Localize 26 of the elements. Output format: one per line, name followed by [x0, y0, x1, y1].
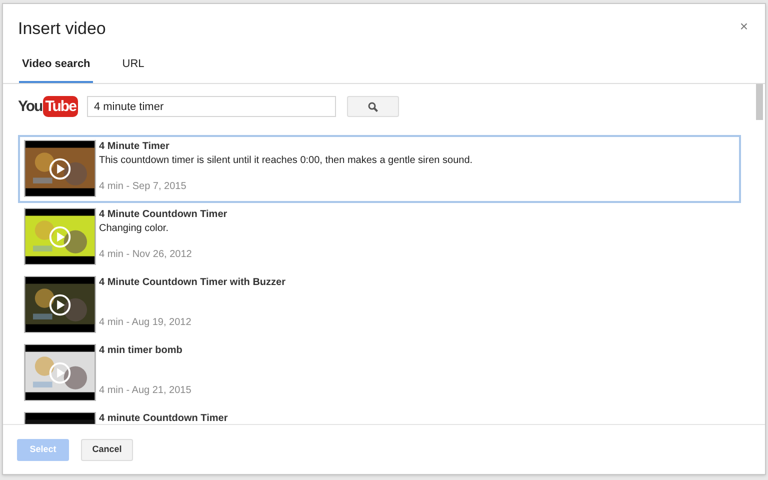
video-title: 4 Minute Countdown Timer with Buzzer	[99, 276, 286, 289]
dialog-title: Insert video	[18, 18, 106, 40]
cancel-button[interactable]: Cancel	[81, 438, 133, 460]
video-meta: 4 min - Aug 19, 2012	[99, 316, 192, 329]
video-title: 4 minute Countdown Timer	[99, 412, 228, 424]
search-field[interactable]: 4 minute timer	[86, 96, 336, 117]
logo-text: You	[18, 99, 42, 114]
search-button[interactable]	[346, 96, 399, 117]
tab[interactable]: Video search	[19, 56, 94, 83]
scrollbar[interactable]	[756, 84, 763, 120]
result-row[interactable]: 4 Minute Countdown Timer Changing color. 4 min - Nov 26, 2012	[18, 203, 741, 271]
close-button[interactable]: ×	[740, 19, 748, 33]
result-row[interactable]: 4 Minute Timer This countdown timer is silent until it reaches 0:00, then makes a gentle siren sound. 4 min - Sep 7, 2015	[18, 135, 741, 203]
search-icon	[368, 102, 378, 112]
result-row[interactable]: 4 Minute Countdown Timer with Buzzer 4 min - Aug 19, 2012	[18, 271, 741, 339]
logo-badge: Tube	[43, 96, 78, 117]
tab[interactable]: URL	[119, 56, 148, 83]
video-title: 4 Minute Timer	[99, 140, 170, 153]
video-meta: 4 min - Sep 7, 2015	[99, 180, 188, 193]
video-description: Changing color.	[99, 222, 170, 235]
video-meta: 4 min - Nov 26, 2012	[99, 248, 193, 261]
video-title: 4 min timer bomb	[99, 344, 184, 357]
video-description: This countdown timer is silent until it reaches 0:00, then makes a gentle siren sound.	[99, 154, 473, 167]
result-row[interactable]: 4 min timer bomb 4 min - Aug 21, 2015	[18, 339, 741, 407]
video-title: 4 Minute Countdown Timer	[99, 208, 228, 221]
video-meta: 4 min - Aug 21, 2015	[99, 384, 192, 397]
